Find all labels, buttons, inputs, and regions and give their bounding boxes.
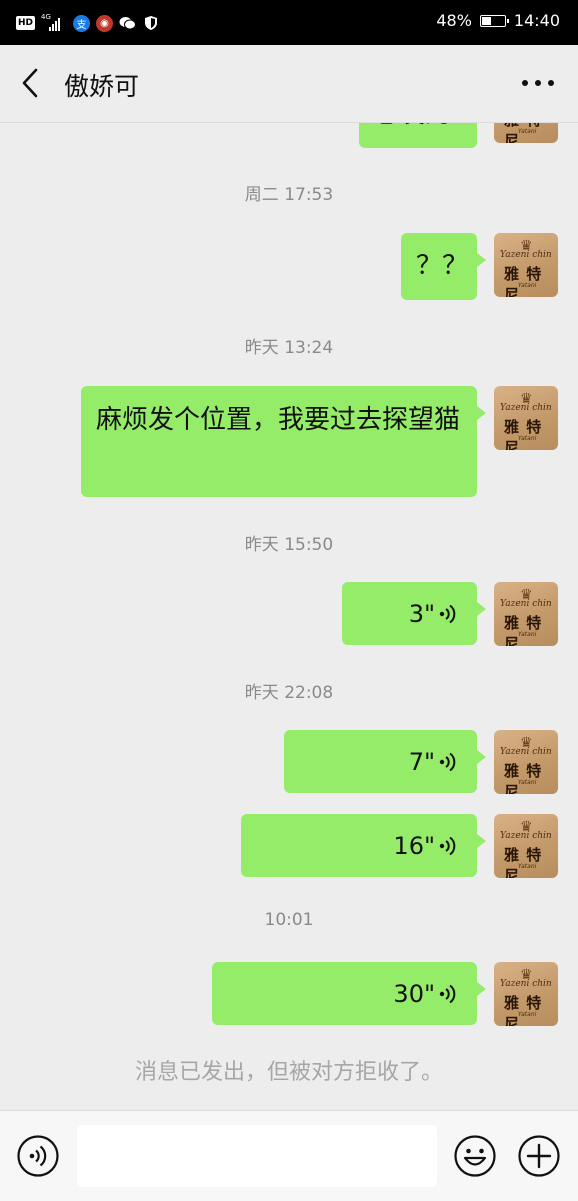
timestamp: 昨天 22:08 (244, 683, 334, 703)
avatar-text: 雅 特 尼 (504, 265, 543, 297)
status-bar: HD 4G ⽀ ◉ 48% 14:40 (0, 0, 578, 45)
avatar[interactable]: ♛ Yazeni chin 雅 特 尼 Yatani (494, 386, 558, 450)
alipay-icon: ⽀ (73, 14, 91, 32)
timestamp: 昨天 13:24 (244, 338, 334, 358)
avatar-text: 雅 特 尼 (504, 846, 543, 878)
voice-wave-icon (439, 836, 456, 855)
more-button[interactable] (520, 73, 556, 93)
avatar-small: Yatani (518, 128, 537, 135)
voice-duration: 30" (393, 979, 435, 1008)
voice-duration: 16" (393, 831, 435, 860)
avatar-script: Yazeni chin (500, 250, 552, 260)
shield-icon (142, 15, 159, 32)
wechat-icon (119, 15, 137, 32)
voice-message[interactable]: 7" (284, 730, 486, 793)
chat-header: 傲娇可 (0, 45, 578, 123)
avatar[interactable]: ♛ Yazeni chin 雅 特 尼 Yatani (494, 233, 558, 297)
timestamp: 昨天 15:50 (244, 535, 334, 555)
app-icon: ◉ (96, 14, 114, 32)
avatar-small: Yatani (518, 435, 537, 442)
message-text: ？？ (416, 251, 469, 281)
input-bar (0, 1110, 578, 1201)
voice-duration: 3" (408, 599, 435, 628)
avatar-script: Yazeni chin (500, 831, 552, 841)
avatar-script: Yazeni chin (500, 979, 552, 989)
avatar-small: Yatani (518, 863, 537, 870)
avatar-text: 雅 特 尼 (504, 614, 543, 646)
voice-mode-button[interactable] (16, 1134, 60, 1178)
message-bubble[interactable]: 麻烦发个位置，我要过去探望猫 (81, 386, 486, 497)
voice-wave-icon (439, 752, 456, 771)
emoji-button[interactable] (453, 1134, 497, 1178)
voice-message[interactable]: 30" (212, 962, 486, 1025)
avatar[interactable]: ♛ Yazeni chin 雅 特 尼 Yatani (494, 123, 558, 143)
chevron-left-icon (22, 68, 38, 98)
chat-title: 傲娇可 (64, 72, 140, 101)
avatar-text: 雅 特 尼 (504, 994, 543, 1026)
plus-icon (518, 1135, 560, 1177)
avatar-text: 雅 特 尼 (504, 762, 543, 794)
battery-percent: 48% (436, 11, 472, 30)
avatar-text: 雅 特 尼 (504, 418, 543, 450)
avatar-small: Yatani (518, 1011, 537, 1018)
avatar[interactable]: ♛ Yazeni chin 雅 特 尼 Yatani (494, 962, 558, 1026)
avatar-script: Yazeni chin (500, 403, 552, 413)
status-left: HD 4G ⽀ ◉ (16, 12, 159, 34)
voice-duration: 7" (408, 747, 435, 776)
status-right: 48% 14:40 (436, 11, 560, 30)
signal-icon: 4G (41, 13, 67, 33)
more-functions-button[interactable] (517, 1134, 561, 1178)
message-bubble[interactable]: ？？ (401, 233, 486, 300)
message-input[interactable] (77, 1125, 437, 1187)
timestamp: 10:01 (264, 910, 314, 930)
message-text: 您发的 (373, 123, 451, 136)
voice-message[interactable]: 16" (241, 814, 486, 877)
battery-icon (479, 14, 509, 27)
message-bubble[interactable]: 您发的 (359, 123, 477, 148)
clock: 14:40 (513, 11, 560, 30)
voice-message[interactable]: 3" (342, 582, 486, 645)
more-icon (522, 80, 554, 86)
avatar-small: Yatani (518, 282, 537, 289)
avatar-small: Yatani (518, 631, 537, 638)
avatar[interactable]: ♛ Yazeni chin 雅 特 尼 Yatani (494, 814, 558, 878)
avatar-script: Yazeni chin (500, 599, 552, 609)
back-button[interactable] (14, 65, 50, 101)
voice-mode-icon (17, 1135, 59, 1177)
voice-wave-icon (439, 604, 456, 623)
avatar-small: Yatani (518, 779, 537, 786)
voice-wave-icon (439, 984, 456, 1003)
emoji-icon (454, 1135, 496, 1177)
avatar[interactable]: ♛ Yazeni chin 雅 特 尼 Yatani (494, 582, 558, 646)
message-text: 麻烦发个位置，我要过去探望猫 (96, 405, 461, 435)
system-notice: 消息已发出，但被对方拒收了。 (134, 1060, 443, 1085)
timestamp: 周二 17:53 (244, 185, 334, 205)
hd-badge: HD (16, 16, 36, 30)
message-list[interactable]: 您发的 ♛ Yazeni chin 雅 特 尼 Yatani 周二 17:53 … (0, 123, 578, 1110)
avatar-script: Yazeni chin (500, 747, 552, 757)
avatar[interactable]: ♛ Yazeni chin 雅 特 尼 Yatani (494, 730, 558, 794)
